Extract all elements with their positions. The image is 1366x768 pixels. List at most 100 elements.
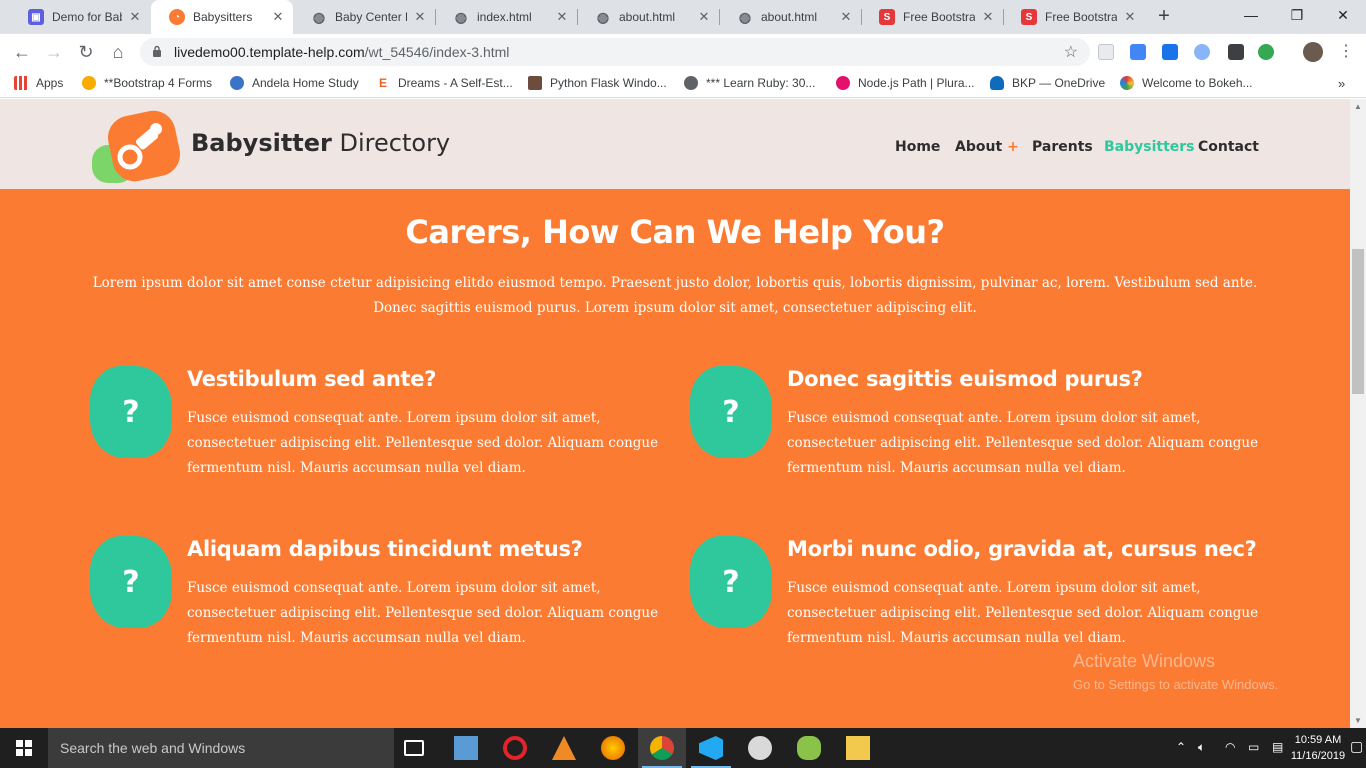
nav-contact[interactable]: Contact [1198, 139, 1259, 155]
tab-index[interactable]: ◍ index.html ✕ [435, 0, 577, 34]
windows-start-icon[interactable] [0, 728, 48, 768]
brand-rest: Directory [331, 129, 451, 157]
close-icon[interactable]: ✕ [697, 9, 711, 25]
forward-icon[interactable]: → [42, 40, 66, 64]
template-icon: ▣ [28, 9, 44, 25]
chevron-up-icon[interactable]: ⌃ [1176, 740, 1186, 754]
bookmark-python-flask[interactable]: Python Flask Windo... [528, 76, 667, 90]
browser-toolbar: ← → ↻ ⌂ livedemo00.template-help.com/wt_… [0, 34, 1366, 70]
nav-about[interactable]: About + [955, 139, 1019, 155]
nav-parents[interactable]: Parents [1032, 139, 1093, 155]
vscode-icon[interactable] [699, 736, 723, 760]
close-icon[interactable]: ✕ [981, 9, 995, 25]
extension-icon[interactable] [1098, 44, 1114, 60]
chrome-icon[interactable] [650, 736, 674, 760]
volume-icon[interactable]: 🔈︎ [1198, 740, 1205, 755]
back-icon[interactable]: ← [10, 40, 34, 64]
globe-icon: ◍ [454, 8, 468, 25]
close-icon[interactable]: ✕ [271, 9, 285, 25]
new-tab-button[interactable]: + [1153, 6, 1175, 28]
bookmark-star-icon[interactable]: ☆ [1064, 42, 1078, 62]
globe-icon [684, 76, 698, 90]
bookmark-apps[interactable]: Apps [14, 76, 63, 90]
notifications-icon[interactable]: ▢ [1350, 738, 1363, 755]
globe-icon: ◍ [596, 8, 610, 25]
nav-home[interactable]: Home [895, 139, 940, 155]
eyedropper-icon[interactable] [1228, 44, 1244, 60]
taskbar-clock[interactable]: 10:59 AM 11/16/2019 [1290, 732, 1346, 764]
activate-windows-text: Go to Settings to activate Windows. [1073, 677, 1279, 692]
bookmark-dreams[interactable]: E Dreams - A Self-Est... [376, 76, 513, 90]
taskbar-search[interactable]: Search the web and Windows [48, 728, 394, 768]
vlc-icon[interactable] [552, 736, 576, 760]
file-explorer-icon[interactable] [846, 736, 870, 760]
bookmark-onedrive[interactable]: BKP — OneDrive [990, 76, 1105, 90]
brand-name[interactable]: Babysitter Directory [191, 129, 450, 157]
bookmark-bootstrap-forms[interactable]: **Bootstrap 4 Forms [82, 76, 212, 90]
faq-title: Vestibulum sed ante? [187, 367, 437, 391]
close-icon[interactable]: ✕ [839, 9, 853, 25]
scroll-down-icon[interactable]: ▼ [1354, 716, 1362, 725]
opera-icon[interactable] [503, 736, 527, 760]
translate-icon[interactable] [1130, 44, 1146, 60]
scrollbar-thumb[interactable] [1352, 249, 1364, 394]
close-window-button[interactable]: ✕ [1320, 0, 1366, 34]
url-host: livedemo00.template-help.com [174, 44, 365, 60]
bookmark-andela[interactable]: Andela Home Study [230, 76, 359, 90]
extension-icon[interactable] [1258, 44, 1274, 60]
close-icon[interactable]: ✕ [128, 9, 142, 25]
apps-grid-icon [14, 76, 28, 90]
gear-icon [230, 76, 244, 90]
page-scrollbar[interactable]: ▲ ▼ [1350, 99, 1366, 728]
calendar-extension-icon[interactable] [1162, 44, 1178, 60]
url-path: /wt_54546/index-3.html [364, 44, 510, 60]
language-icon[interactable]: ▤ [1272, 740, 1283, 754]
extension-icon[interactable] [1194, 44, 1210, 60]
s-logo-icon: S [1021, 9, 1037, 25]
bokeh-icon [1120, 76, 1134, 90]
activate-windows-title: Activate Windows [1073, 651, 1216, 671]
reload-icon[interactable]: ↻ [74, 40, 98, 64]
tab-baby-center[interactable]: ◍ Baby Center D ✕ [293, 0, 435, 34]
avatar[interactable] [1303, 42, 1323, 62]
globe-icon: ◍ [738, 8, 752, 25]
home-icon[interactable]: ⌂ [106, 40, 130, 64]
nav-babysitters[interactable]: Babysitters [1104, 139, 1195, 155]
paint-icon[interactable] [797, 736, 821, 760]
address-bar[interactable]: livedemo00.template-help.com/wt_54546/in… [140, 38, 1090, 66]
s-logo-icon: S [879, 9, 895, 25]
avatar-icon [528, 76, 542, 90]
app-icon[interactable] [748, 736, 772, 760]
more-bookmarks-icon[interactable]: » [1338, 76, 1345, 91]
question-icon: ? [690, 366, 772, 458]
bookmark-learn-ruby[interactable]: *** Learn Ruby: 30... [684, 76, 815, 90]
url-text: livedemo00.template-help.com/wt_54546/in… [174, 44, 509, 60]
scroll-up-icon[interactable]: ▲ [1354, 102, 1362, 111]
battery-icon[interactable]: ▭ [1248, 740, 1259, 754]
cloud-icon [990, 76, 1004, 90]
minimize-button[interactable]: — [1228, 0, 1274, 34]
submenu-plus-icon: + [1007, 139, 1019, 155]
close-icon[interactable]: ✕ [413, 9, 427, 25]
bookmark-bokeh[interactable]: Welcome to Bokeh... [1120, 76, 1253, 90]
bookmark-nodejs[interactable]: Node.js Path | Plura... [836, 76, 975, 90]
tab-about-1[interactable]: ◍ about.html ✕ [577, 0, 719, 34]
close-icon[interactable]: ✕ [1123, 9, 1137, 25]
lock-icon [153, 45, 161, 57]
tab-babysitters[interactable]: ◔ Babysitters ✕ [151, 0, 293, 34]
maximize-button[interactable]: ❐ [1274, 0, 1320, 34]
tab-about-2[interactable]: ◍ about.html ✕ [719, 0, 861, 34]
babysitter-logo-icon[interactable] [90, 109, 182, 185]
tab-free-bootstrap-2[interactable]: S Free Bootstrap ✕ [1003, 0, 1145, 34]
firefox-icon[interactable] [601, 736, 625, 760]
windows-taskbar: Search the web and Windows ⌃ 🔈︎ ◠ ▭ ▤ 10… [0, 728, 1366, 768]
wifi-icon[interactable]: ◠ [1225, 740, 1235, 754]
tab-demo[interactable]: ▣ Demo for Baby ✕ [10, 0, 150, 34]
menu-icon[interactable]: ⋮ [1334, 40, 1358, 64]
close-icon[interactable]: ✕ [555, 9, 569, 25]
tab-free-bootstrap-1[interactable]: S Free Bootstrap ✕ [861, 0, 1003, 34]
faq-title: Aliquam dapibus tincidunt metus? [187, 537, 583, 561]
task-view-icon[interactable] [404, 740, 424, 756]
store-icon[interactable] [454, 736, 478, 760]
page-content: Babysitter Directory Home About + Parents… [0, 99, 1350, 728]
